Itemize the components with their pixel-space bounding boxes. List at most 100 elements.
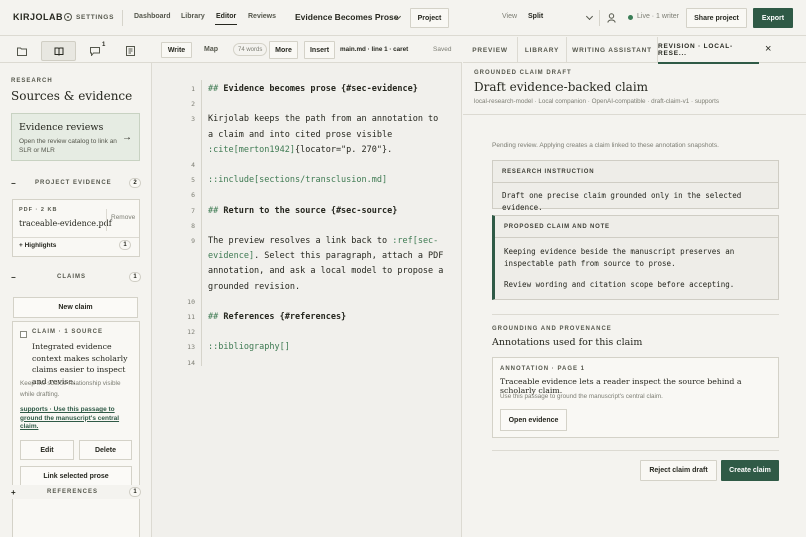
share-project-button[interactable]: Share project bbox=[686, 8, 747, 28]
reviews-card-title: Evidence reviews bbox=[19, 122, 104, 133]
evidence-reviews-card[interactable]: Evidence reviews Open the review catalog… bbox=[11, 113, 140, 161]
code-line[interactable]: evidence]. Select this paragraph, attach… bbox=[208, 251, 443, 261]
block-header: PROPOSED CLAIM AND NOTE bbox=[495, 216, 778, 238]
comment-count: 1 bbox=[102, 42, 106, 48]
divider bbox=[492, 450, 779, 451]
delete-claim-button[interactable]: Delete bbox=[79, 440, 132, 460]
chevron-down-icon[interactable] bbox=[585, 12, 594, 21]
settings-button[interactable]: SETTINGS bbox=[64, 13, 114, 21]
syntax-token: :ref[sec- bbox=[392, 236, 439, 246]
count-badge: 2 bbox=[129, 178, 141, 188]
section-label: REFERENCES bbox=[47, 489, 99, 495]
line-number: 11 bbox=[187, 313, 195, 321]
file-status: main.md · line 1 · caret bbox=[340, 46, 409, 53]
book-icon bbox=[54, 47, 63, 56]
close-icon[interactable]: × bbox=[765, 43, 771, 55]
file-name[interactable]: traceable-evidence.pdf bbox=[19, 219, 112, 228]
tab-revision[interactable]: REVISION · LOCAL-RESE... bbox=[658, 37, 759, 64]
code-line[interactable]: a claim and into cited prose visible bbox=[208, 130, 392, 140]
claim-checkbox[interactable] bbox=[20, 331, 27, 338]
divider bbox=[463, 114, 806, 115]
code-line[interactable]: Kirjolab keeps the path from an annotati… bbox=[208, 114, 438, 124]
code-line[interactable]: ## References {#references} bbox=[208, 312, 346, 322]
count-badge: 1 bbox=[129, 487, 141, 497]
edit-claim-button[interactable]: Edit bbox=[20, 440, 74, 460]
block-header: RESEARCH INSTRUCTION bbox=[493, 161, 778, 183]
line-number: 8 bbox=[191, 221, 195, 230]
code-line[interactable]: ::include[sections/transclusion.md] bbox=[208, 175, 387, 185]
code-text: {locator="p. 270"}. bbox=[295, 144, 393, 155]
remove-file-button[interactable]: Remove bbox=[111, 214, 135, 221]
claim-supports-link[interactable]: supports · Use this passage to ground th… bbox=[20, 406, 132, 432]
count-badge: 1 bbox=[119, 240, 131, 250]
document-title[interactable]: Evidence Becomes Prose bbox=[295, 12, 398, 22]
comment-icon bbox=[90, 46, 100, 56]
user-icon[interactable] bbox=[607, 13, 616, 23]
annotation-card: ANNOTATION · PAGE 1 Traceable evidence l… bbox=[492, 357, 779, 438]
map-tab[interactable]: Map bbox=[204, 46, 218, 53]
references-header[interactable]: + REFERENCES 1 bbox=[11, 485, 141, 499]
collapse-icon: − bbox=[11, 272, 16, 282]
code-line[interactable]: :cite[merton1942]{locator="p. 270"}. bbox=[208, 145, 392, 155]
left-toolbar: 1 bbox=[0, 37, 152, 63]
syntax-token: ## bbox=[208, 205, 224, 216]
app-logo[interactable]: KIRJOLAB bbox=[13, 12, 63, 22]
line-number: 4 bbox=[191, 161, 195, 169]
line-number: 2 bbox=[191, 100, 195, 109]
code-text: a claim and into cited prose visible bbox=[208, 129, 393, 140]
tab-library[interactable]: LIBRARY bbox=[518, 37, 567, 63]
open-evidence-button[interactable]: Open evidence bbox=[500, 409, 567, 431]
syntax-token: ::bibliography[] bbox=[208, 342, 290, 353]
insert-button[interactable]: Insert bbox=[304, 41, 335, 59]
collapse-icon: − bbox=[11, 178, 16, 188]
right-panel-tabs: PREVIEW LIBRARY WRITING ASSISTANT REVISI… bbox=[463, 37, 806, 64]
live-indicator bbox=[628, 15, 633, 20]
code-text: Kirjolab keeps the path from an annotati… bbox=[208, 114, 439, 125]
code-line[interactable]: ## Return to the source {#sec-source} bbox=[208, 206, 397, 216]
claims-header[interactable]: − CLAIMS 1 bbox=[11, 270, 141, 284]
proposed-claim-text[interactable]: Keeping evidence beside the manuscript p… bbox=[495, 238, 778, 279]
highlights-toggle[interactable]: + Highlights bbox=[19, 242, 56, 249]
outline-tab[interactable] bbox=[113, 41, 147, 61]
export-button[interactable]: Export bbox=[753, 8, 793, 28]
proposed-claim-block: PROPOSED CLAIM AND NOTE Keeping evidence… bbox=[492, 215, 779, 300]
comments-tab[interactable]: 1 bbox=[78, 41, 112, 61]
evidence-file-card[interactable]: PDF · 2 KB traceable-evidence.pdf Remove… bbox=[12, 199, 140, 257]
tab-writing-assistant[interactable]: WRITING ASSISTANT bbox=[567, 37, 658, 63]
view-select[interactable]: Split bbox=[528, 13, 543, 20]
reject-claim-button[interactable]: Reject claim draft bbox=[640, 460, 717, 481]
code-line[interactable]: annotation, and ask a local model to pro… bbox=[208, 266, 443, 276]
more-button[interactable]: More bbox=[269, 41, 298, 59]
files-tab[interactable] bbox=[5, 41, 39, 61]
line-number: 5 bbox=[191, 176, 195, 185]
code-line[interactable]: ::bibliography[] bbox=[208, 342, 290, 352]
project-evidence-header[interactable]: − PROJECT EVIDENCE 2 bbox=[11, 176, 141, 190]
pending-notice: Pending review. Applying creates a claim… bbox=[492, 142, 719, 149]
nav-editor[interactable]: Editor bbox=[214, 13, 238, 25]
nav-dashboard[interactable]: Dashboard bbox=[134, 13, 171, 20]
sources-panel: RESEARCH Sources & evidence Evidence rev… bbox=[0, 63, 152, 537]
code-line[interactable]: ## Evidence becomes prose {#sec-evidence… bbox=[208, 84, 418, 94]
gutter-divider bbox=[201, 80, 202, 366]
nav-reviews[interactable]: Reviews bbox=[248, 13, 276, 20]
project-button[interactable]: Project bbox=[410, 8, 449, 28]
tab-preview[interactable]: PREVIEW bbox=[463, 37, 518, 63]
syntax-token: ## bbox=[208, 84, 224, 94]
annotation-meta: ANNOTATION · PAGE 1 bbox=[500, 366, 585, 372]
create-claim-button[interactable]: Create claim bbox=[721, 460, 779, 481]
live-status: Live · 1 writer bbox=[637, 13, 680, 20]
panel-eyebrow: GROUNDED CLAIM DRAFT bbox=[474, 70, 572, 76]
code-line[interactable]: grounded revision. bbox=[208, 282, 300, 292]
file-meta: PDF · 2 KB bbox=[19, 207, 58, 213]
syntax-token: :cite[merton1942] bbox=[208, 144, 295, 155]
code-line[interactable]: The preview resolves a link back to :ref… bbox=[208, 236, 438, 246]
sources-tab[interactable] bbox=[41, 41, 76, 61]
new-claim-button[interactable]: New claim bbox=[13, 297, 138, 318]
count-badge: 1 bbox=[129, 272, 141, 282]
nav-library[interactable]: Library bbox=[181, 13, 205, 20]
reviews-card-desc: Open the review catalog to link an SLR o… bbox=[19, 138, 117, 154]
divider bbox=[13, 237, 139, 238]
write-tab[interactable]: Write bbox=[161, 42, 192, 58]
link-selected-prose-button[interactable]: Link selected prose bbox=[20, 466, 132, 486]
line-number: 3 bbox=[191, 115, 195, 124]
